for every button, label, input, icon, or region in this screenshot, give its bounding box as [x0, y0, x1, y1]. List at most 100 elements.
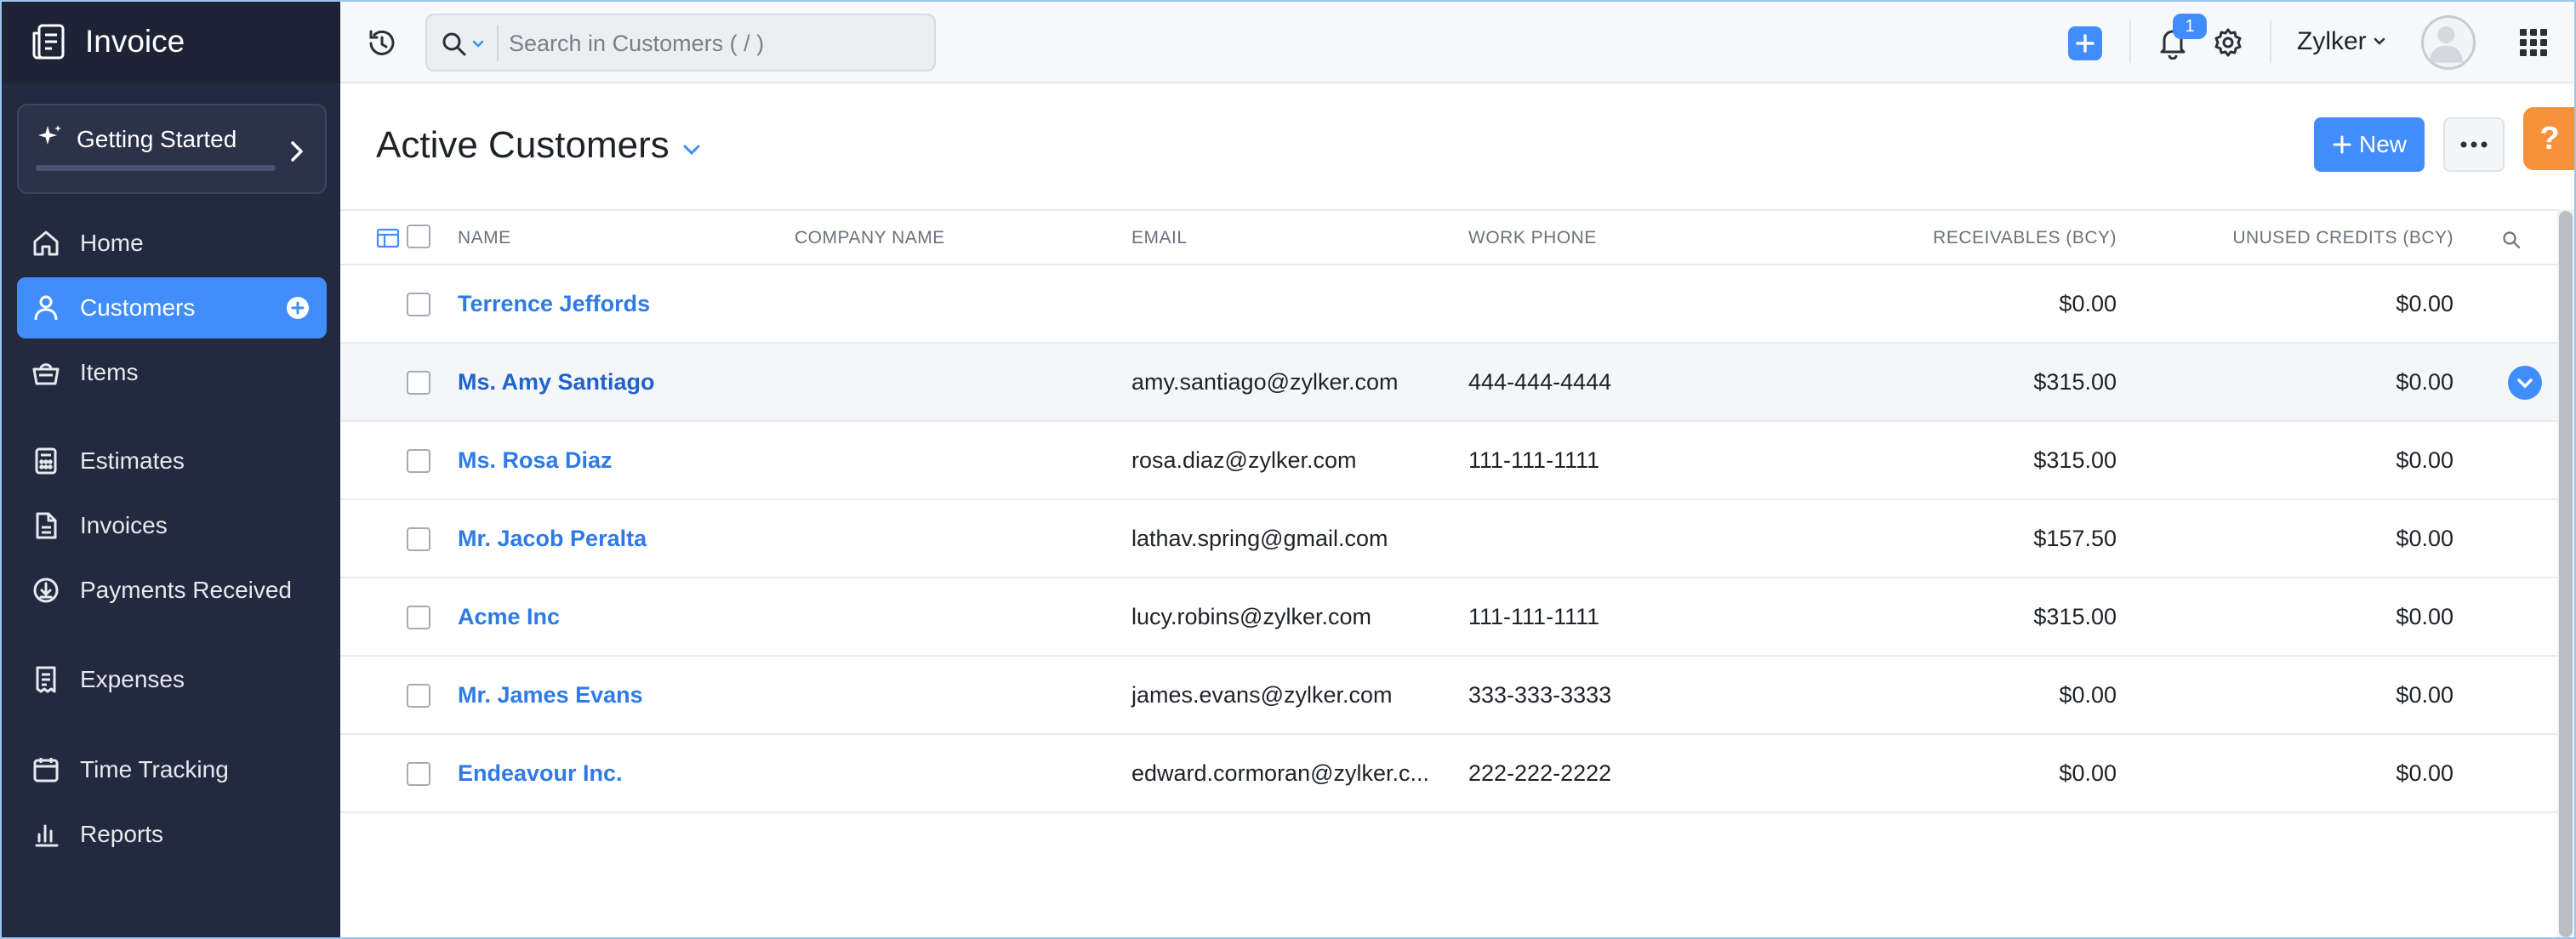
receivables: $0.00 [2059, 760, 2117, 786]
column-config-icon[interactable] [376, 228, 400, 248]
unused-credits: $0.00 [2396, 604, 2453, 629]
email: amy.santiago@zylker.com [1131, 369, 1399, 395]
row-checkbox[interactable] [407, 293, 430, 316]
unused-credits: $0.00 [2396, 760, 2453, 786]
row-checkbox[interactable] [407, 762, 430, 786]
sidebar-item-estimates[interactable]: Estimates [17, 430, 327, 492]
sidebar-item-payments-received[interactable]: Payments Received [17, 560, 327, 621]
column-header-company[interactable]: COMPANY NAME [795, 228, 945, 248]
work-phone: 444-444-4444 [1468, 369, 1612, 395]
app-name: Invoice [85, 24, 185, 59]
sidebar-item-expenses[interactable]: Expenses [17, 649, 327, 710]
home-icon [33, 230, 59, 256]
view-selector[interactable]: Active Customers [376, 124, 702, 167]
getting-started-progress [36, 165, 276, 171]
email: rosa.diaz@zylker.com [1131, 447, 1357, 473]
unused-credits: $0.00 [2396, 526, 2453, 551]
calculator-icon [35, 447, 57, 475]
row-checkbox[interactable] [407, 371, 430, 395]
sidebar-item-items[interactable]: Items [17, 342, 327, 403]
receivables: $315.00 [2033, 604, 2117, 629]
receivables: $315.00 [2033, 447, 2117, 473]
user-icon [34, 295, 58, 321]
brand[interactable]: Invoice [0, 0, 340, 83]
sidebar-item-home[interactable]: Home [17, 213, 327, 274]
customer-name-link[interactable]: Ms. Amy Santiago [458, 369, 655, 396]
basket-icon [32, 363, 60, 385]
recent-history-icon[interactable] [366, 27, 398, 60]
calendar-icon [33, 758, 59, 782]
column-header-email[interactable]: EMAIL [1131, 228, 1188, 248]
unused-credits: $0.00 [2396, 447, 2453, 473]
org-switcher[interactable]: Zylker [2297, 27, 2387, 56]
receivables: $0.00 [2059, 291, 2117, 316]
search-input[interactable] [509, 24, 926, 63]
search-icon[interactable] [441, 31, 468, 58]
sidebar-item-time-tracking[interactable]: Time Tracking [17, 739, 327, 800]
row-checkbox[interactable] [407, 527, 430, 551]
chevron-right-icon [291, 141, 303, 162]
chevron-down-icon [683, 145, 700, 156]
chevron-down-icon [2374, 37, 2385, 45]
column-header-work-phone[interactable]: WORK PHONE [1468, 228, 1597, 248]
sidebar-item-label: Customers [80, 294, 196, 321]
column-header-receivables[interactable]: RECEIVABLES (BCY) [1804, 228, 2117, 248]
email: lathav.spring@gmail.com [1131, 526, 1388, 551]
column-header-unused-credits[interactable]: UNUSED CREDITS (BCY) [2139, 228, 2453, 248]
row-actions-button[interactable] [2508, 366, 2542, 400]
table-row[interactable]: Ms. Amy Santiago amy.santiago@zylker.com… [340, 344, 2557, 422]
table-row[interactable]: Terrence Jeffords $0.00 $0.00 [340, 265, 2557, 344]
add-customer-icon[interactable] [286, 296, 310, 320]
plus-icon [2076, 34, 2094, 53]
customer-name-link[interactable]: Terrence Jeffords [458, 291, 650, 317]
table-row[interactable]: Mr. Jacob Peralta lathav.spring@gmail.co… [340, 500, 2557, 578]
unused-credits: $0.00 [2396, 369, 2453, 395]
search-divider [497, 26, 499, 61]
customer-name-link[interactable]: Mr. James Evans [458, 682, 643, 709]
notification-count-badge: 1 [2173, 14, 2207, 39]
org-name: Zylker [2297, 27, 2367, 55]
table-row[interactable]: Acme Inc lucy.robins@zylker.com 111-111-… [340, 578, 2557, 657]
work-phone: 111-111-1111 [1468, 447, 1600, 473]
customer-name-link[interactable]: Endeavour Inc. [458, 760, 623, 787]
sidebar-item-label: Payments Received [80, 577, 293, 603]
new-customer-button[interactable]: New [2314, 117, 2425, 172]
table-row[interactable]: Endeavour Inc. edward.cormoran@zylker.c.… [340, 735, 2557, 813]
receivables: $157.50 [2033, 526, 2117, 551]
customer-name-link[interactable]: Ms. Rosa Diaz [458, 447, 613, 474]
receivables: $0.00 [2059, 682, 2117, 708]
work-phone: 111-111-1111 [1468, 604, 1600, 629]
more-actions-button[interactable] [2443, 117, 2505, 172]
app-grid-icon[interactable] [2518, 27, 2549, 58]
gear-icon[interactable] [2212, 26, 2244, 59]
email: edward.cormoran@zylker.c... [1131, 760, 1430, 786]
sidebar-item-reports[interactable]: Reports [17, 804, 327, 865]
row-checkbox[interactable] [407, 449, 430, 473]
sidebar-item-invoices[interactable]: Invoices [17, 495, 327, 556]
column-header-name[interactable]: NAME [458, 228, 511, 248]
select-all-checkbox[interactable] [407, 225, 430, 248]
chevron-down-icon [2517, 378, 2533, 389]
search-icon[interactable] [2501, 230, 2522, 250]
help-button[interactable]: ? [2523, 107, 2576, 170]
sidebar-item-customers[interactable]: Customers [17, 277, 327, 339]
sidebar-item-label: Reports [80, 821, 164, 847]
scrollbar-thumb[interactable] [2559, 211, 2573, 937]
unused-credits: $0.00 [2396, 682, 2453, 708]
sparkle-icon [38, 125, 61, 145]
customer-name-link[interactable]: Mr. Jacob Peralta [458, 526, 647, 552]
quick-create-button[interactable] [2068, 26, 2102, 60]
new-button-label: New [2358, 131, 2407, 157]
table-row[interactable]: Ms. Rosa Diaz rosa.diaz@zylker.com 111-1… [340, 422, 2557, 500]
table-row[interactable]: Mr. James Evans james.evans@zylker.com 3… [340, 657, 2557, 735]
receipt-icon [36, 666, 56, 693]
chevron-down-icon[interactable] [471, 39, 485, 49]
topbar-divider [2129, 20, 2131, 63]
customer-name-link[interactable]: Acme Inc [458, 604, 560, 630]
getting-started-card[interactable]: Getting Started [17, 104, 327, 194]
sidebar-item-label: Estimates [80, 447, 185, 474]
row-checkbox[interactable] [407, 606, 430, 629]
work-phone: 222-222-2222 [1468, 760, 1612, 786]
avatar[interactable] [2421, 15, 2476, 70]
row-checkbox[interactable] [407, 684, 430, 708]
